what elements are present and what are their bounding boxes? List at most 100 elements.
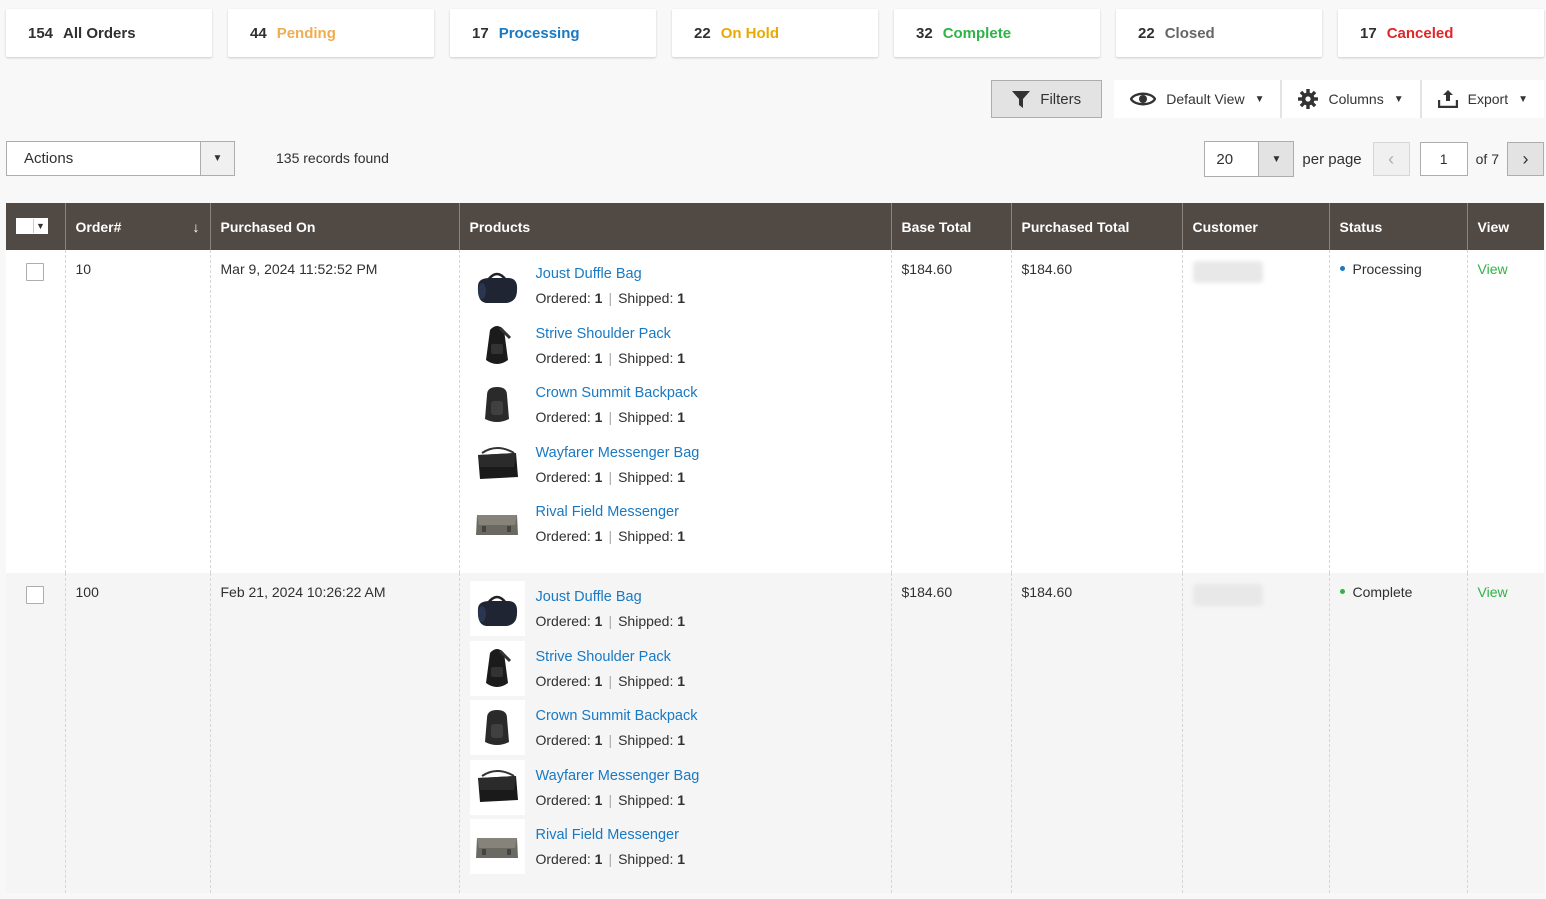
- status-cell: Complete: [1328, 573, 1467, 893]
- tab-canceled[interactable]: 17 Canceled: [1338, 9, 1544, 57]
- product-info: Crown Summit Backpack Ordered: 1 | Shipped:…: [536, 703, 698, 749]
- ordered-qty: 1: [594, 613, 603, 629]
- qty-separator: |: [608, 613, 613, 629]
- row-checkbox[interactable]: [26, 263, 44, 281]
- order-number: 100: [75, 584, 99, 600]
- messenger-bag-icon: [469, 436, 525, 492]
- product-name-link[interactable]: Crown Summit Backpack: [536, 707, 698, 725]
- products-cell: Joust Duffle Bag Ordered: 1 | Shipped: 1 Str…: [458, 250, 891, 573]
- column-header-customer[interactable]: Customer: [1181, 203, 1329, 250]
- caret-down-icon: ▼: [33, 218, 47, 233]
- next-page-button[interactable]: ›: [1507, 142, 1544, 176]
- tab-count: 154: [28, 24, 54, 42]
- order-status-tabs: 154 All Orders 44 Pending 17 Processing 22 O…: [6, 9, 1544, 57]
- tab-label: Canceled: [1386, 24, 1454, 42]
- shipped-qty: 1: [677, 613, 686, 629]
- previous-page-button[interactable]: ‹: [1372, 142, 1410, 176]
- qty-separator: |: [608, 851, 613, 867]
- customer-cell: [1181, 250, 1329, 573]
- customer-name-redacted: [1192, 261, 1263, 283]
- tab-complete[interactable]: 32 Complete: [894, 9, 1100, 57]
- ordered-label: Ordered:: [535, 732, 591, 748]
- ordered-label: Ordered:: [535, 468, 591, 485]
- chevron-left-icon: ‹: [1388, 148, 1395, 169]
- product-item: Crown Summit Backpack Ordered: 1 | Shipped:…: [469, 377, 881, 440]
- tab-processing[interactable]: 17 Processing: [450, 9, 656, 57]
- actions-dropdown[interactable]: Actions ▼: [6, 141, 235, 176]
- tab-pending[interactable]: 44 Pending: [228, 9, 434, 57]
- column-header-purchased-total[interactable]: Purchased Total: [1010, 203, 1182, 250]
- column-header-order[interactable]: Order# ↓: [64, 203, 210, 250]
- order-number-cell: 100: [64, 573, 210, 893]
- product-qty: Ordered: 1 | Shipped: 1: [536, 527, 686, 545]
- ordered-label: Ordered:: [535, 349, 591, 366]
- row-checkbox[interactable]: [26, 586, 44, 604]
- purchased-on-cell: Mar 9, 2024 11:52:52 PM: [209, 250, 459, 573]
- columns-button[interactable]: Columns ▼: [1282, 80, 1420, 118]
- funnel-icon: [1012, 90, 1031, 108]
- column-header-products[interactable]: Products: [458, 203, 891, 250]
- column-header-label: Purchased Total: [1021, 218, 1130, 235]
- ordered-qty: 1: [594, 409, 603, 425]
- shipped-label: Shipped:: [618, 732, 674, 748]
- columns-label: Columns: [1328, 91, 1384, 107]
- product-name-link[interactable]: Strive Shoulder Pack: [536, 325, 686, 343]
- ordered-qty: 1: [594, 528, 603, 544]
- product-name-link[interactable]: Rival Field Messenger: [536, 503, 686, 521]
- shipped-qty: 1: [677, 672, 686, 689]
- order-number: 10: [75, 261, 92, 277]
- order-status: Complete: [1352, 584, 1413, 600]
- tab-all-orders[interactable]: 154 All Orders: [6, 9, 212, 57]
- per-page-select[interactable]: 20 ▼: [1204, 141, 1295, 177]
- product-name-link[interactable]: Joust Duffle Bag: [536, 588, 686, 606]
- page-number-input[interactable]: 1: [1419, 142, 1468, 176]
- ordered-qty: 1: [594, 732, 603, 748]
- column-header-base-total[interactable]: Base Total: [890, 203, 1011, 250]
- column-header-purchased-on[interactable]: Purchased On: [209, 203, 459, 250]
- qty-separator: |: [608, 791, 613, 808]
- tab-label: On Hold: [720, 24, 780, 42]
- filters-button[interactable]: Filters: [991, 80, 1103, 118]
- default-view-button[interactable]: Default View ▼: [1114, 80, 1281, 118]
- tab-on-hold[interactable]: 22 On Hold: [672, 9, 878, 57]
- view-link[interactable]: View: [1478, 261, 1508, 277]
- shipped-label: Shipped:: [618, 613, 674, 629]
- view-link[interactable]: View: [1478, 584, 1508, 600]
- sort-arrow-icon: ↓: [192, 218, 200, 235]
- export-button[interactable]: Export ▼: [1421, 80, 1544, 118]
- field-messenger-icon: [469, 819, 525, 874]
- total-pages-label: of 7: [1475, 151, 1499, 167]
- product-name-link[interactable]: Crown Summit Backpack: [536, 384, 698, 402]
- shipped-qty: 1: [677, 290, 686, 306]
- filters-label: Filters: [1040, 90, 1082, 108]
- product-item: Strive Shoulder Pack Ordered: 1 | Shipped: …: [469, 640, 881, 704]
- shipped-qty: 1: [677, 528, 686, 544]
- product-name-link[interactable]: Wayfarer Messenger Bag: [536, 444, 700, 462]
- export-icon: [1437, 90, 1458, 108]
- product-name-link[interactable]: Rival Field Messenger: [536, 826, 686, 844]
- column-header-status[interactable]: Status: [1328, 203, 1467, 250]
- product-name-link[interactable]: Strive Shoulder Pack: [536, 648, 686, 666]
- status-dot-icon: [1339, 588, 1345, 594]
- product-info: Strive Shoulder Pack Ordered: 1 | Shipped: …: [536, 321, 686, 367]
- column-header-label: Products: [469, 218, 531, 235]
- mass-select-checkbox[interactable]: ▼: [16, 217, 48, 234]
- records-found: 135 records found: [276, 150, 389, 166]
- purchased-on-date: Feb 21, 2024 10:26:22 AM: [220, 584, 386, 600]
- caret-down-icon: ▼: [1258, 142, 1294, 176]
- product-info: Wayfarer Messenger Bag Ordered: 1 | Shipped…: [536, 763, 700, 809]
- ordered-label: Ordered:: [535, 613, 591, 629]
- ordered-label: Ordered:: [535, 528, 591, 544]
- qty-separator: |: [608, 468, 613, 485]
- tab-count: 22: [694, 24, 711, 42]
- product-name-link[interactable]: Joust Duffle Bag: [536, 265, 686, 283]
- shipped-qty: 1: [677, 732, 686, 748]
- column-header-view: View: [1466, 203, 1544, 250]
- orders-grid: ▼ Order# ↓ Purchased On Products Base Tot…: [6, 203, 1544, 893]
- product-qty: Ordered: 1 | Shipped: 1: [536, 289, 686, 307]
- product-info: Joust Duffle Bag Ordered: 1 | Shipped: 1: [536, 584, 686, 630]
- column-header-label: Base Total: [901, 218, 972, 235]
- tab-closed[interactable]: 22 Closed: [1116, 9, 1322, 57]
- product-name-link[interactable]: Wayfarer Messenger Bag: [536, 767, 700, 785]
- ordered-qty: 1: [594, 851, 603, 867]
